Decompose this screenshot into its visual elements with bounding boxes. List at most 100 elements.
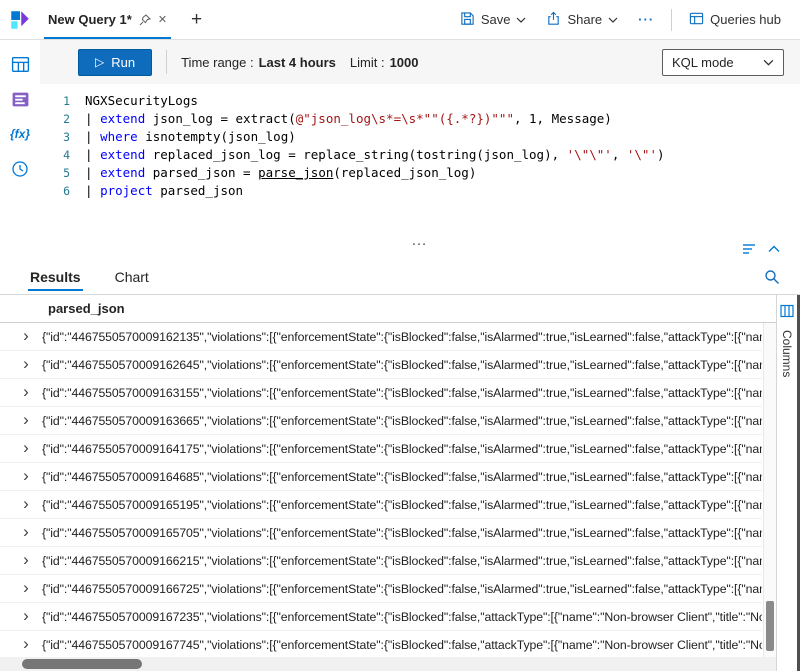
table-row[interactable]: ›{"id":"4467550570009164175","violations…	[0, 435, 762, 463]
share-button[interactable]: Share	[537, 0, 627, 39]
line-number: 5	[40, 164, 85, 182]
expand-row-icon[interactable]: ›	[19, 607, 33, 624]
line-number: 6	[40, 182, 85, 200]
table-row[interactable]: ›{"id":"4467550570009166725","violations…	[0, 575, 762, 603]
chevron-down-icon	[608, 17, 618, 23]
expand-row-icon[interactable]: ›	[19, 495, 33, 512]
expand-row-icon[interactable]: ›	[19, 355, 33, 372]
new-tab-button[interactable]: +	[179, 9, 214, 31]
toolbar-divider	[166, 50, 167, 74]
vertical-scrollbar-thumb[interactable]	[766, 601, 774, 651]
adx-query-app: New Query 1* ✕ + Save Share ···	[0, 0, 800, 671]
row-json: {"id":"4467550570009167235","violations"…	[42, 610, 762, 624]
query-editor[interactable]: 1 NGXSecurityLogs 2 | extend json_log = …	[40, 84, 800, 238]
pin-icon[interactable]	[139, 14, 151, 26]
line-number: 3	[40, 128, 85, 146]
columns-panel-label[interactable]: Columns	[780, 330, 794, 377]
table-row[interactable]: › {"id":"4467550570009162645","violations…	[0, 351, 762, 379]
left-rail: {fx}	[0, 40, 40, 260]
run-button[interactable]: ▷ Run	[78, 49, 152, 76]
expand-row-icon[interactable]: ›	[19, 411, 33, 428]
tab-results[interactable]: Results	[28, 260, 83, 294]
functions-icon[interactable]: {fx}	[10, 124, 30, 144]
expand-row-icon[interactable]: ›	[19, 383, 33, 400]
table-row[interactable]: › {"id":"4467550570009163665","violations…	[0, 407, 762, 435]
query-toolbar: ▷ Run Time range : Last 4 hours Limit : …	[40, 40, 800, 84]
expand-row-icon[interactable]: ›	[19, 327, 33, 344]
columns-icon[interactable]	[780, 304, 794, 321]
queries-hub-button[interactable]: Queries hub	[680, 0, 790, 39]
table-row[interactable]: › {"id":"4467550570009162135","violations…	[0, 323, 762, 351]
expand-row-icon[interactable]: ›	[19, 635, 33, 652]
row-json: {"id":"4467550570009165705","violations"…	[42, 526, 762, 540]
query-line: 5 | extend parsed_json = parse_json(repl…	[40, 164, 800, 182]
line-number: 2	[40, 110, 85, 128]
row-json: {"id":"4467550570009163665","violations"…	[42, 414, 762, 428]
row-json: {"id":"4467550570009162135","violations"…	[42, 330, 762, 344]
limit-label: Limit :	[350, 55, 385, 70]
limit-picker[interactable]: Limit : 1000	[350, 55, 419, 70]
row-json: {"id":"4467550570009162645","violations"…	[42, 358, 762, 372]
table-row[interactable]: › {"id":"4467550570009163155","violations…	[0, 379, 762, 407]
expand-row-icon[interactable]: ›	[19, 579, 33, 596]
row-json: {"id":"4467550570009164685","violations"…	[42, 470, 762, 484]
play-icon: ▷	[95, 56, 104, 68]
history-icon[interactable]	[10, 159, 30, 179]
results-grid: parsed_json › {"id":"4467550570009162135"…	[0, 294, 800, 671]
expand-row-icon[interactable]: ›	[19, 523, 33, 540]
line-number: 1	[40, 92, 85, 110]
results-grid-main: parsed_json › {"id":"4467550570009162135"…	[0, 295, 776, 671]
column-header-parsed-json[interactable]: parsed_json	[48, 301, 125, 316]
results-rows: › {"id":"4467550570009162135","violations…	[0, 323, 776, 657]
results-tab-bar: Results Chart	[0, 260, 800, 294]
vertical-scrollbar[interactable]	[763, 323, 776, 657]
query-line: 6 | project parsed_json	[40, 182, 800, 200]
tables-icon[interactable]	[10, 54, 30, 74]
tab-chart[interactable]: Chart	[113, 260, 151, 294]
column-header-row: parsed_json	[0, 295, 776, 323]
row-json: {"id":"4467550570009163155","violations"…	[42, 386, 762, 400]
expand-row-icon[interactable]: ›	[19, 439, 33, 456]
run-label: Run	[111, 55, 135, 70]
search-icon[interactable]	[764, 269, 780, 285]
query-line: 4 | extend replaced_json_log = replace_s…	[40, 146, 800, 164]
editor-footer: …	[40, 238, 800, 260]
table-row[interactable]: › {"id":"4467550570009167745","violations…	[0, 631, 762, 657]
save-button[interactable]: Save	[451, 0, 536, 39]
query-line: 3 | where isnotempty(json_log)	[40, 128, 800, 146]
dashboards-icon[interactable]	[10, 89, 30, 109]
row-json: {"id":"4467550570009166215","violations"…	[42, 554, 762, 568]
splitter-handle[interactable]: …	[40, 232, 800, 250]
table-row[interactable]: › {"id":"4467550570009164685","violations…	[0, 463, 762, 491]
query-mode-value: KQL mode	[672, 55, 734, 70]
limit-value: 1000	[390, 55, 419, 70]
horizontal-scrollbar-thumb[interactable]	[22, 659, 142, 669]
save-label: Save	[481, 12, 511, 27]
line-number: 4	[40, 146, 85, 164]
close-tab-icon[interactable]: ✕	[158, 13, 167, 26]
time-range-picker[interactable]: Time range : Last 4 hours	[181, 55, 336, 70]
query-section: {fx} ▷ Run Time range : Last 4 hours Lim…	[0, 40, 800, 260]
query-tab[interactable]: New Query 1* ✕	[38, 0, 177, 39]
time-range-value: Last 4 hours	[259, 55, 336, 70]
horizontal-scrollbar[interactable]	[0, 657, 776, 671]
columns-side-panel: Columns	[776, 295, 800, 671]
more-icon: ···	[638, 12, 654, 27]
expand-row-icon[interactable]: ›	[19, 551, 33, 568]
save-icon	[460, 11, 475, 29]
queries-hub-icon	[689, 11, 704, 29]
table-row[interactable]: › {"id":"4467550570009167235","violations…	[0, 603, 762, 631]
chevron-down-icon	[763, 59, 774, 66]
table-row[interactable]: › {"id":"4467550570009166215","violations…	[0, 547, 762, 575]
time-range-label: Time range :	[181, 55, 254, 70]
chevron-down-icon	[516, 17, 526, 23]
more-actions-button[interactable]: ···	[629, 0, 663, 39]
share-label: Share	[567, 12, 602, 27]
row-json: {"id":"4467550570009167745","violations"…	[42, 638, 762, 652]
table-row[interactable]: ›{"id":"4467550570009165195","violations…	[0, 491, 762, 519]
table-row[interactable]: › {"id":"4467550570009165705","violations…	[0, 519, 762, 547]
expand-row-icon[interactable]: ›	[19, 467, 33, 484]
query-content: ▷ Run Time range : Last 4 hours Limit : …	[40, 40, 800, 260]
share-icon	[546, 11, 561, 29]
query-mode-select[interactable]: KQL mode	[662, 49, 784, 76]
